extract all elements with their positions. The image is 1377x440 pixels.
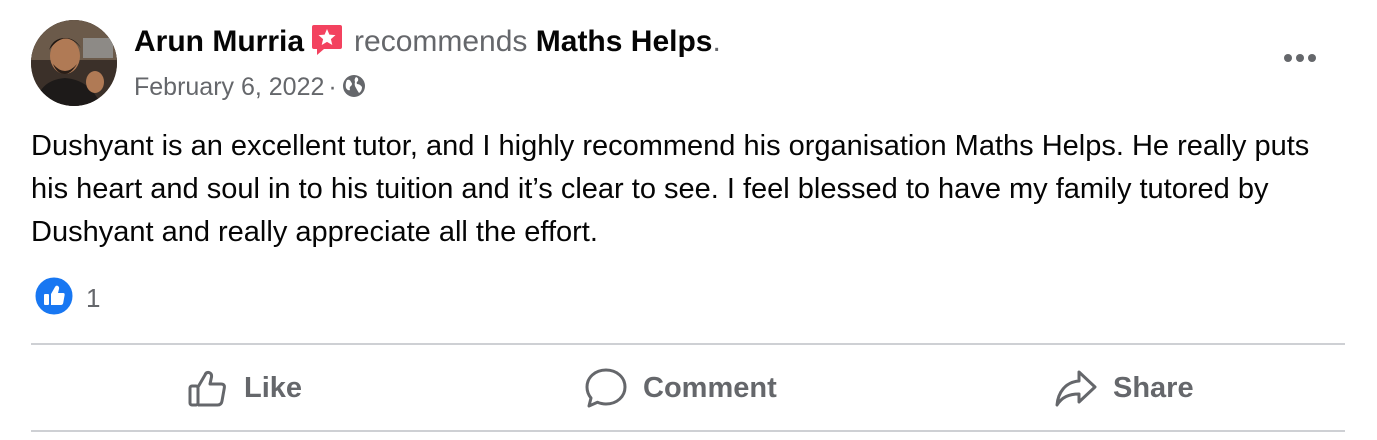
post-meta: February 6, 2022 · (134, 70, 367, 108)
author-name[interactable]: Arun Murria (134, 25, 304, 58)
comment-icon (583, 366, 629, 410)
comment-label: Comment (643, 371, 777, 404)
post-date[interactable]: February 6, 2022 (134, 73, 324, 101)
divider-bottom (31, 430, 1345, 432)
share-icon (1053, 366, 1099, 410)
header-period: . (712, 25, 721, 58)
meta-separator: · (328, 73, 337, 101)
share-label: Share (1113, 371, 1194, 404)
globe-icon (341, 73, 367, 108)
more-options-icon[interactable] (1280, 44, 1320, 72)
comment-button[interactable]: Comment (583, 346, 777, 430)
post-text: Dushyant is an excellent tutor, and I hi… (31, 130, 1310, 248)
reaction-summary[interactable]: 1 (34, 276, 101, 321)
author-avatar[interactable] (31, 20, 117, 106)
thumbs-up-icon (186, 366, 230, 410)
page-name-link[interactable]: Maths Helps (536, 25, 713, 58)
like-label: Like (244, 371, 303, 404)
like-reaction-icon (34, 276, 74, 321)
post-header: Arun Murria recommends Maths Helps. (134, 22, 721, 67)
divider-top (31, 343, 1345, 345)
share-button[interactable]: Share (1053, 346, 1194, 430)
like-button[interactable]: Like (186, 346, 302, 430)
action-bar: Like Comment Share (31, 346, 1345, 430)
recommends-verb: recommends (354, 25, 528, 58)
reaction-count: 1 (86, 282, 101, 313)
recommend-star-icon (310, 22, 344, 67)
